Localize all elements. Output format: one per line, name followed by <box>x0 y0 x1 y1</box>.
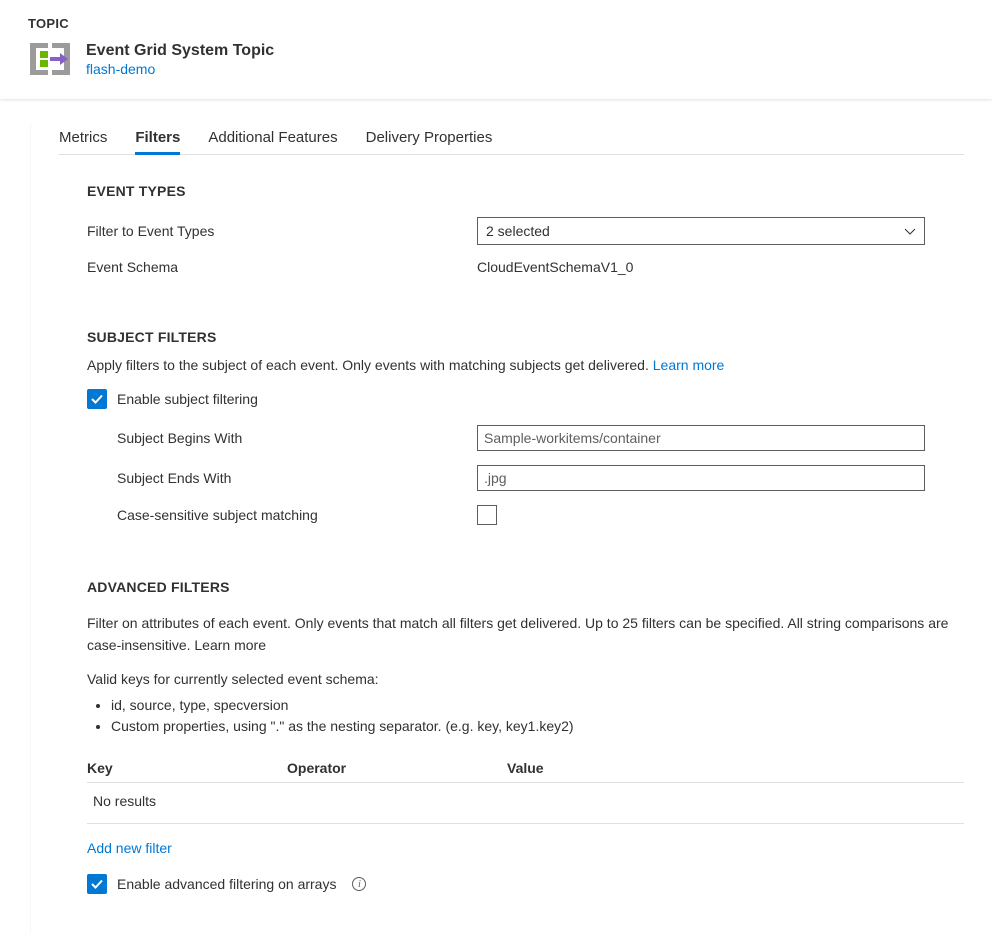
advanced-filters-title: ADVANCED FILTERS <box>87 579 964 595</box>
subject-ends-row: Subject Ends With <box>117 465 964 491</box>
advanced-filters-desc: Filter on attributes of each event. Only… <box>87 613 964 656</box>
topic-resource-link[interactable]: flash-demo <box>86 61 274 77</box>
advanced-array-row: Enable advanced filtering on arrays i <box>87 874 964 894</box>
filter-event-types-value: 2 selected <box>486 223 550 239</box>
table-header: Key Operator Value <box>87 754 964 783</box>
subject-filters-learn-more-link[interactable]: Learn more <box>653 357 725 373</box>
tabs: Metrics Filters Additional Features Deli… <box>59 123 964 155</box>
enable-array-filtering-checkbox[interactable] <box>87 874 107 894</box>
topic-texts: Event Grid System Topic flash-demo <box>86 42 274 77</box>
topic-header-card: TOPIC Event Grid System Topic flash-demo <box>0 0 992 99</box>
subject-filters-desc: Apply filters to the subject of each eve… <box>87 355 964 375</box>
tab-metrics[interactable]: Metrics <box>59 123 107 154</box>
event-schema-row: Event Schema CloudEventSchemaV1_0 <box>87 259 964 275</box>
main-content: Metrics Filters Additional Features Deli… <box>30 123 992 934</box>
subject-begins-label: Subject Begins With <box>117 430 477 446</box>
enable-subject-filtering-label: Enable subject filtering <box>117 391 258 407</box>
add-new-filter-link[interactable]: Add new filter <box>87 840 172 856</box>
tab-additional-features[interactable]: Additional Features <box>208 123 337 154</box>
valid-key-item: id, source, type, specversion <box>111 695 964 717</box>
subject-ends-input[interactable] <box>477 465 925 491</box>
event-grid-topic-icon <box>28 37 72 81</box>
case-sensitive-row: Case-sensitive subject matching <box>117 505 964 525</box>
filters-panel: EVENT TYPES Filter to Event Types 2 sele… <box>31 155 992 934</box>
filter-event-types-row: Filter to Event Types 2 selected <box>87 217 964 245</box>
column-key: Key <box>87 760 287 776</box>
table-empty-row: No results <box>87 783 964 824</box>
chevron-down-icon <box>904 225 916 237</box>
advanced-filters-table: Key Operator Value No results <box>87 754 964 824</box>
filter-event-types-dropdown[interactable]: 2 selected <box>477 217 925 245</box>
case-sensitive-checkbox[interactable] <box>477 505 497 525</box>
advanced-filters-learn-more-link[interactable]: Learn more <box>194 637 266 653</box>
info-icon[interactable]: i <box>352 877 366 891</box>
valid-keys-list: id, source, type, specversion Custom pro… <box>111 695 964 738</box>
tab-filters[interactable]: Filters <box>135 123 180 154</box>
subject-ends-label: Subject Ends With <box>117 470 477 486</box>
filter-event-types-label: Filter to Event Types <box>87 223 477 239</box>
topic-title: Event Grid System Topic <box>86 42 274 60</box>
subject-filters-title: SUBJECT FILTERS <box>87 329 964 345</box>
case-sensitive-label: Case-sensitive subject matching <box>117 507 477 523</box>
column-operator: Operator <box>287 760 507 776</box>
column-value: Value <box>507 760 964 776</box>
enable-subject-filtering-row: Enable subject filtering <box>87 389 964 409</box>
topic-label: TOPIC <box>28 16 992 31</box>
event-schema-value: CloudEventSchemaV1_0 <box>477 259 633 275</box>
subject-begins-row: Subject Begins With <box>117 425 964 451</box>
event-schema-label: Event Schema <box>87 259 477 275</box>
topic-row: Event Grid System Topic flash-demo <box>28 37 992 81</box>
enable-subject-filtering-checkbox[interactable] <box>87 389 107 409</box>
valid-key-item: Custom properties, using "." as the nest… <box>111 716 964 738</box>
enable-array-filtering-label: Enable advanced filtering on arrays <box>117 876 336 892</box>
event-types-title: EVENT TYPES <box>87 183 964 199</box>
subject-begins-input[interactable] <box>477 425 925 451</box>
subject-filters-desc-text: Apply filters to the subject of each eve… <box>87 357 649 373</box>
valid-keys-label: Valid keys for currently selected event … <box>87 671 964 687</box>
tab-delivery-properties[interactable]: Delivery Properties <box>366 123 493 154</box>
